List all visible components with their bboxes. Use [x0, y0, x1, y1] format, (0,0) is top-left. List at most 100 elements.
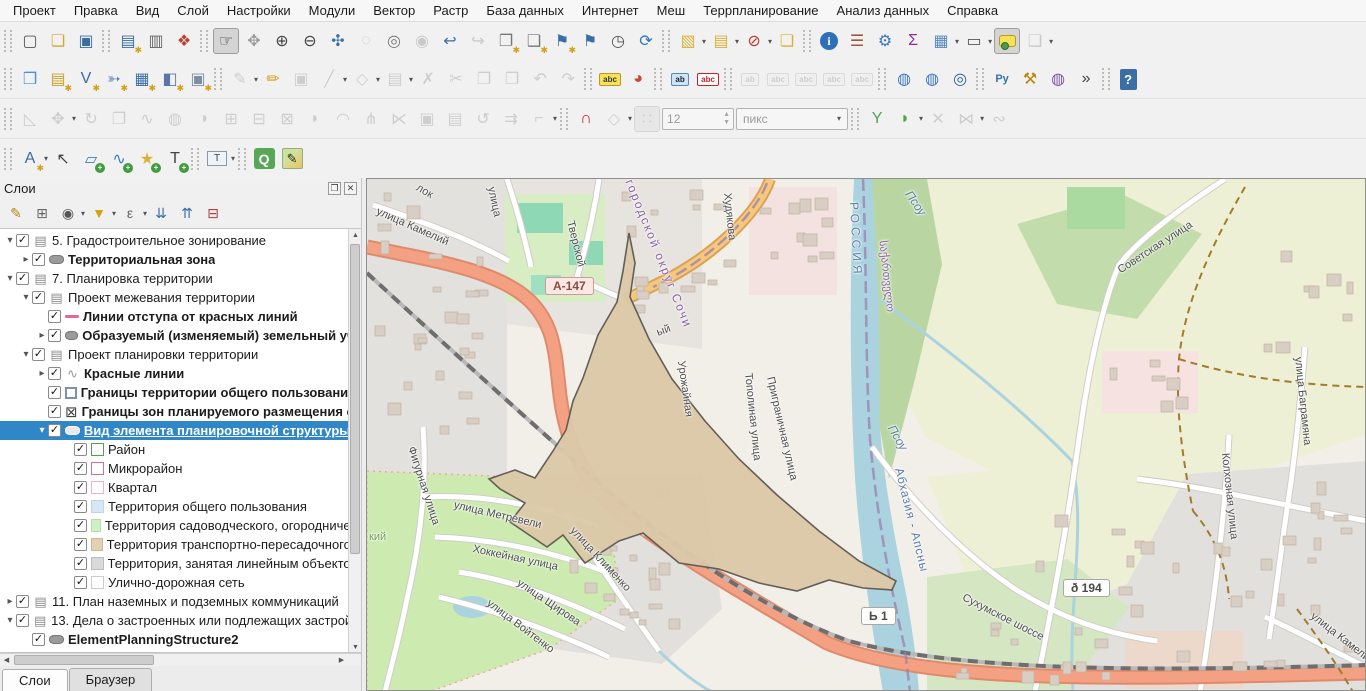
menu-item-mesh[interactable]: Меш [648, 1, 695, 20]
new-memory-layer-icon[interactable]: ▣✱ [185, 66, 211, 92]
layer-visibility-checkbox[interactable]: ✓ [74, 443, 87, 456]
toolbar-handle[interactable] [560, 108, 568, 130]
menu-item-terrplan[interactable]: Террпланирование [694, 1, 827, 20]
scroll-down-icon[interactable]: ▼ [349, 641, 361, 653]
select-by-value-icon[interactable]: ▤ [708, 28, 734, 54]
layer-group-row[interactable]: ▾✓▤13. Дела о застроенных или подлежащих… [0, 611, 348, 630]
toolbar-overflow-icon[interactable]: » [1073, 66, 1099, 92]
create-marker-annotation-icon[interactable]: ★+ [134, 146, 160, 172]
panel-close-icon[interactable]: ✕ [344, 182, 357, 195]
layer-row[interactable]: ▸✓∿Красные линии [0, 364, 348, 383]
deselect-all-icon[interactable]: ⊘ [741, 28, 767, 54]
pan-map-icon[interactable]: ☞ [213, 28, 239, 54]
toolbar-handle[interactable] [662, 30, 670, 52]
osm-map-edit-icon[interactable]: ✎ [279, 146, 305, 172]
toolbar-handle[interactable] [238, 148, 246, 170]
style-manager-icon[interactable]: ❖ [171, 28, 197, 54]
layer-visibility-checkbox[interactable]: ✓ [74, 557, 87, 570]
map-tips-icon[interactable] [994, 28, 1020, 54]
processing-history-icon[interactable]: ☰ [844, 28, 870, 54]
form-annotation-icon[interactable]: T [204, 146, 230, 172]
new-shapefile-layer-icon[interactable]: V✱ [73, 66, 99, 92]
toolbar-handle[interactable] [584, 68, 592, 90]
layer-visibility-checkbox[interactable]: ✓ [48, 386, 61, 399]
expander-icon[interactable]: ▾ [4, 273, 16, 284]
expander-icon[interactable]: ▸ [36, 368, 48, 379]
new-annotation-layer-icon[interactable]: A✱ [17, 146, 43, 172]
toolbar-handle[interactable] [214, 68, 222, 90]
expander-icon[interactable]: ▾ [36, 425, 48, 436]
layer-visibility-checkbox[interactable]: ✓ [48, 405, 61, 418]
open-project-icon[interactable]: ❏ [45, 28, 71, 54]
zoom-to-layer-icon[interactable]: ◎ [381, 28, 407, 54]
highlight-pinned-labels-icon[interactable]: abc [695, 66, 721, 92]
zoom-out-icon[interactable]: ⊖ [297, 28, 323, 54]
layer-visibility-checkbox[interactable]: ✓ [74, 500, 87, 513]
tab-browser[interactable]: Браузер [69, 668, 153, 691]
layer-row[interactable]: ▸✓Территориальная зона [0, 250, 348, 269]
toolbar-handle[interactable] [200, 30, 208, 52]
layer-visibility-checkbox[interactable]: ✓ [16, 614, 29, 627]
python-console-icon[interactable]: Py [989, 66, 1015, 92]
expander-icon[interactable]: ▸ [4, 596, 16, 607]
layer-visibility-checkbox[interactable]: ✓ [32, 633, 45, 646]
layer-group-row[interactable]: ▸✓▤11. План наземных и подземных коммуни… [0, 592, 348, 611]
tab-layers[interactable]: Слои [2, 669, 68, 691]
layer-visibility-checkbox[interactable]: ✓ [16, 272, 29, 285]
manage-map-themes-icon[interactable]: ◉ [56, 201, 80, 225]
vertical-scrollbar-thumb[interactable] [350, 244, 360, 554]
toolbar-handle[interactable] [191, 148, 199, 170]
pin-labels-icon[interactable]: ab [667, 66, 693, 92]
scroll-right-icon[interactable]: ▶ [335, 654, 348, 667]
menu-item-data-analysis[interactable]: Анализ данных [828, 1, 939, 20]
open-layer-styling-icon[interactable]: ✎ [4, 201, 28, 225]
toggle-editing-icon[interactable]: ✏ [260, 66, 286, 92]
layout-manager-icon[interactable]: ▥ [143, 28, 169, 54]
layer-visibility-checkbox[interactable]: ✓ [48, 310, 61, 323]
layer-visibility-checkbox[interactable]: ✓ [32, 253, 45, 266]
new-project-icon[interactable]: ▢ [17, 28, 43, 54]
menu-item-raster[interactable]: Растр [424, 1, 477, 20]
layer-row[interactable]: ✓Границы территории общего пользования [0, 383, 348, 402]
new-spatialite-layer-icon[interactable]: ➳✱ [101, 66, 127, 92]
snapping-units-combo[interactable]: пикс▾ [736, 108, 848, 130]
layer-row[interactable]: ✓Территория садоводческого, огородническ… [0, 516, 348, 535]
add-group-icon[interactable]: ⊞ [30, 201, 54, 225]
new-print-layout-icon[interactable]: ▤✱ [115, 28, 141, 54]
expander-icon[interactable]: ▸ [36, 330, 48, 341]
scroll-up-icon[interactable]: ▲ [349, 229, 361, 242]
layer-group-row[interactable]: ▾✓▤Проект планировки территории [0, 345, 348, 364]
remove-layer-icon[interactable]: ⊟ [201, 201, 225, 225]
menu-item-plugins[interactable]: Модули [300, 1, 365, 20]
snapping-tolerance-spinbox[interactable]: 12▲▼ [662, 108, 734, 130]
select-features-icon[interactable]: ▧ [675, 28, 701, 54]
web-browse-icon[interactable]: ◎ [947, 66, 973, 92]
enable-tracing-icon[interactable]: Y [864, 106, 890, 132]
identify-features-icon[interactable]: i [816, 28, 842, 54]
menu-item-web[interactable]: Интернет [573, 1, 648, 20]
toolbar-handle[interactable] [4, 148, 12, 170]
new-geopackage-layer-icon[interactable]: ▤✱ [45, 66, 71, 92]
layer-row[interactable]: ✓Территория, занятая линейным объектом [0, 554, 348, 573]
expander-icon[interactable]: ▾ [20, 292, 32, 303]
measure-icon[interactable]: ▭ [961, 28, 987, 54]
layer-row[interactable]: ▸✓Образуемый (изменяемый) земельный учас… [0, 326, 348, 345]
layer-row[interactable]: ✓ElementPlanningStructure2 [0, 630, 348, 649]
layer-row[interactable]: ▾✓Вид элемента планировочной структуры [0, 421, 348, 440]
filter-legend-icon[interactable]: ▼ [87, 201, 111, 225]
menu-item-help[interactable]: Справка [938, 1, 1007, 20]
horizontal-scrollbar[interactable]: ◀ ▶ [0, 653, 361, 666]
layer-visibility-checkbox[interactable]: ✓ [16, 595, 29, 608]
layer-row[interactable]: ✓Микрорайон [0, 459, 348, 478]
expander-icon[interactable]: ▸ [20, 254, 32, 265]
temporal-controller-icon[interactable]: ◷ [605, 28, 631, 54]
pan-to-selection-icon[interactable]: ✥ [241, 28, 267, 54]
scroll-left-icon[interactable]: ◀ [0, 654, 13, 667]
vertical-scrollbar[interactable]: ▲ ▼ [348, 229, 361, 653]
layer-row[interactable]: ✓Квартал [0, 478, 348, 497]
toolbar-handle[interactable] [4, 108, 12, 130]
create-line-annotation-icon[interactable]: ∿+ [106, 146, 132, 172]
new-mesh-layer-icon[interactable]: ▦✱ [129, 66, 155, 92]
menu-item-database[interactable]: База данных [477, 1, 572, 20]
layer-row[interactable]: ✓⊠Границы зон планируемого размещения об… [0, 402, 348, 421]
